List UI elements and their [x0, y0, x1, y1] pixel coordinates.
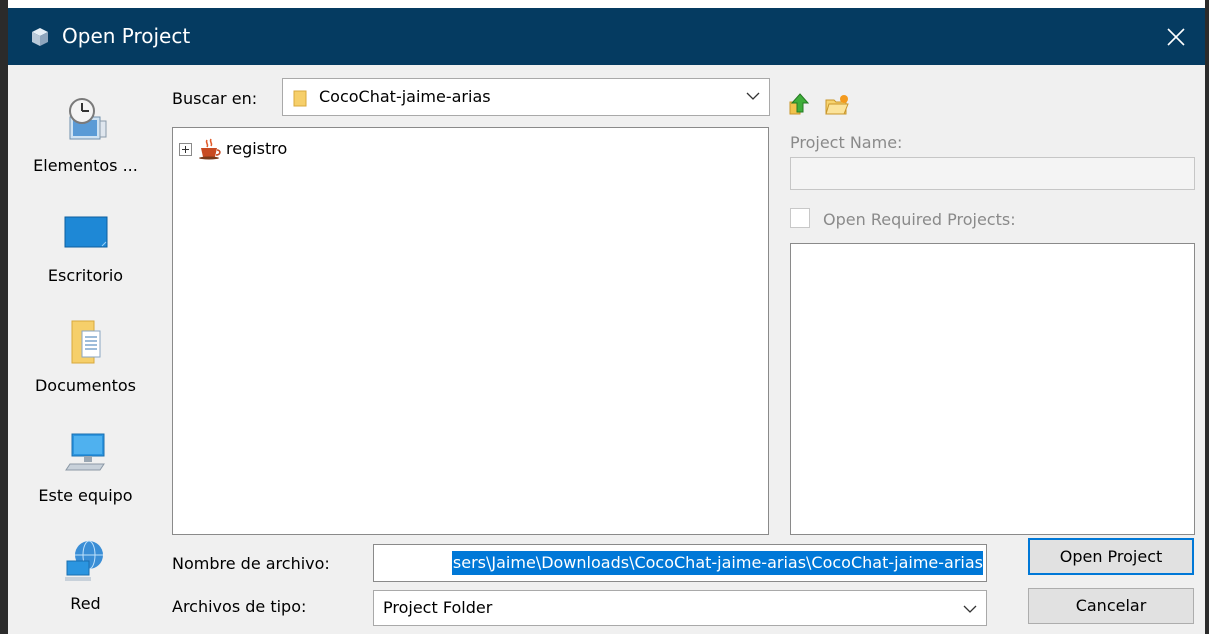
- window-frame-left: [0, 0, 8, 634]
- file-tree[interactable]: registro: [172, 127, 769, 535]
- close-icon: [1167, 27, 1185, 46]
- place-this-pc[interactable]: Este equipo: [22, 422, 149, 522]
- place-label: Escritorio: [47, 266, 124, 285]
- file-type-combo[interactable]: Project Folder: [373, 590, 987, 626]
- place-label: Elementos ...: [33, 156, 138, 175]
- look-in-combo[interactable]: CocoChat-jaime-arias: [282, 78, 770, 116]
- cube-icon: [32, 28, 48, 46]
- window-title: Open Project: [62, 24, 191, 48]
- tree-item[interactable]: registro: [179, 138, 287, 160]
- place-desktop[interactable]: Escritorio: [22, 202, 149, 302]
- title-bar[interactable]: Open Project: [8, 8, 1205, 65]
- file-name-input[interactable]: sers\Jaime\Downloads\CocoChat-jaime-aria…: [373, 544, 987, 582]
- desktop-icon: [22, 202, 149, 262]
- documents-folder-icon: [22, 312, 149, 372]
- tree-item-label: registro: [226, 139, 288, 158]
- close-button[interactable]: [1147, 8, 1205, 65]
- open-project-button-label: Open Project: [1059, 547, 1163, 566]
- computer-icon: [22, 422, 149, 482]
- up-folder-icon[interactable]: [786, 92, 812, 118]
- new-folder-icon[interactable]: [824, 92, 850, 118]
- open-required-checkbox[interactable]: [790, 208, 810, 228]
- chevron-down-icon: [963, 605, 977, 613]
- place-network[interactable]: Red: [22, 532, 149, 632]
- expand-icon[interactable]: [179, 142, 192, 156]
- file-name-value: sers\Jaime\Downloads\CocoChat-jaime-aria…: [451, 551, 983, 575]
- place-label: Red: [70, 594, 101, 613]
- open-required-label: Open Required Projects:: [823, 210, 1016, 229]
- places-bar: Elementos ... Escritorio Documentos Este…: [22, 80, 149, 625]
- java-project-icon: [199, 138, 221, 160]
- place-recent-items[interactable]: Elementos ...: [22, 90, 149, 190]
- required-projects-list[interactable]: [790, 243, 1195, 535]
- open-project-button[interactable]: Open Project: [1028, 538, 1194, 575]
- place-label: Documentos: [34, 376, 136, 395]
- project-name-label: Project Name:: [790, 133, 903, 152]
- look-in-value: CocoChat-jaime-arias: [319, 87, 491, 106]
- file-type-label: Archivos de tipo:: [172, 597, 307, 616]
- chevron-down-icon: [746, 92, 760, 100]
- network-icon: [22, 532, 149, 592]
- recent-items-icon: [22, 90, 149, 150]
- open-project-dialog: Open Project Elementos ... Escritorio Do…: [8, 8, 1205, 634]
- folder-icon: [293, 90, 307, 107]
- look-in-label: Buscar en:: [172, 89, 258, 108]
- file-type-value: Project Folder: [383, 598, 493, 617]
- cancel-button-label: Cancelar: [1075, 596, 1147, 615]
- window-frame-right: [1205, 0, 1209, 634]
- cancel-button[interactable]: Cancelar: [1028, 588, 1194, 624]
- place-label: Este equipo: [38, 486, 133, 505]
- file-name-label: Nombre de archivo:: [172, 554, 330, 573]
- place-documents[interactable]: Documentos: [22, 312, 149, 412]
- project-name-field: [790, 157, 1195, 190]
